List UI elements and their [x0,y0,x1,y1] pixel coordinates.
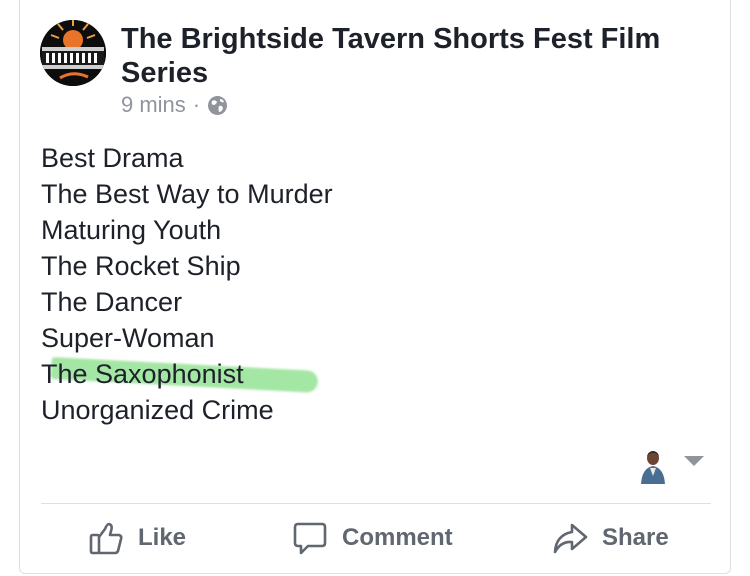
post-line: The Best Way to Murder [41,179,333,209]
action-bar: Like Comment Share [20,504,730,574]
post-line: The Rocket Ship [41,251,241,281]
post-meta: 9 mins · [121,92,228,118]
reactor-avatar[interactable] [639,446,667,484]
post-line-highlighted: The Saxophonist [41,356,333,393]
share-arrow-icon [552,520,588,556]
comment-icon [292,520,328,556]
thumbs-up-icon [88,520,124,556]
post-line: Unorganized Crime [41,395,274,425]
share-button[interactable]: Share [552,518,669,558]
globe-icon[interactable] [207,95,228,116]
like-button[interactable]: Like [88,518,186,558]
page-name-link[interactable]: The Brightside Tavern Shorts Fest Film S… [121,22,681,90]
post-card: The Brightside Tavern Shorts Fest Film S… [19,0,731,574]
share-label: Share [602,524,669,551]
comment-button[interactable]: Comment [292,518,453,558]
like-label: Like [138,524,187,551]
post-text: Best Drama The Best Way to Murder Maturi… [41,140,333,428]
chevron-down-icon[interactable] [684,456,704,466]
post-line: Best Drama [41,143,184,173]
post-line: The Dancer [41,287,183,317]
highlighted-text: The Saxophonist [41,359,244,389]
post-line: Maturing Youth [41,215,222,245]
meta-separator: · [192,92,201,117]
comment-label: Comment [342,524,453,551]
post-line: Super-Woman [41,323,215,353]
page-avatar[interactable] [40,20,106,86]
post-timestamp[interactable]: 9 mins [121,92,186,118]
